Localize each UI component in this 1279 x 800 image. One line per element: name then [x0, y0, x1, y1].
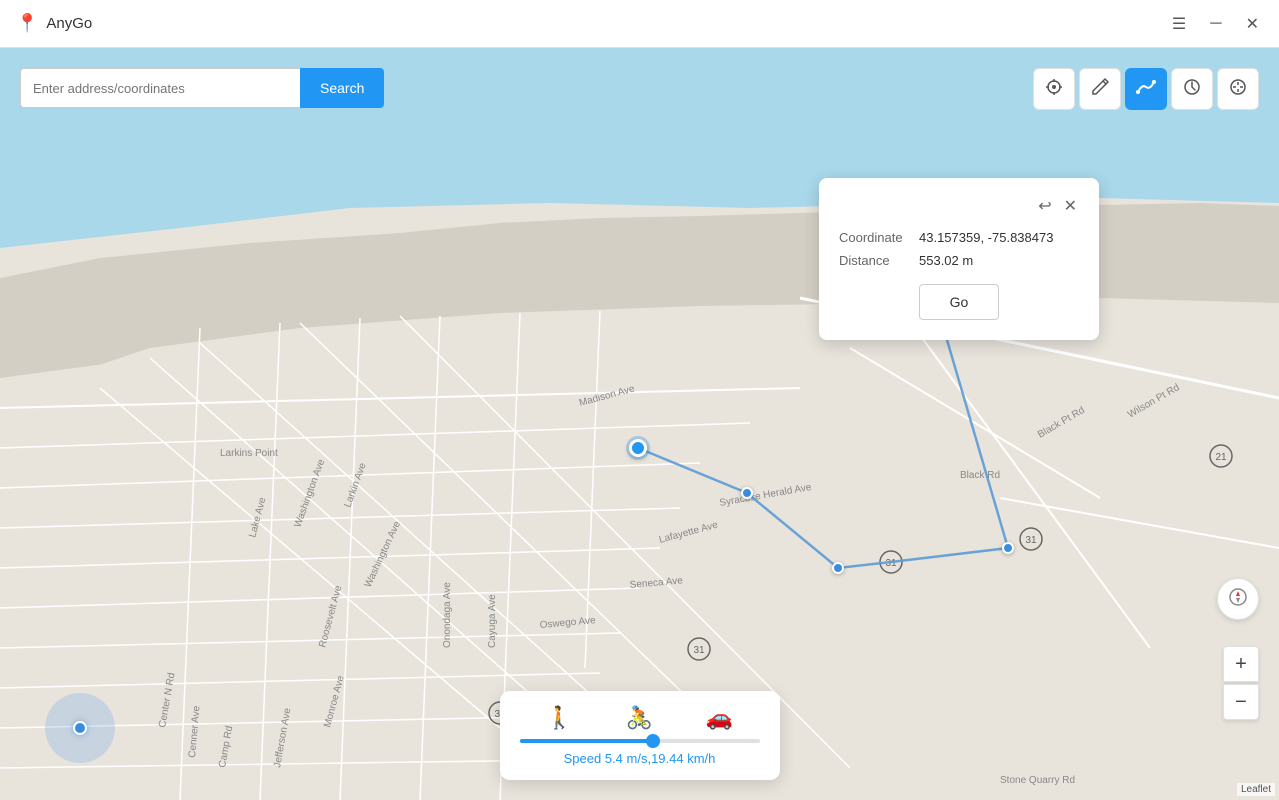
search-bar: Search: [20, 68, 384, 108]
svg-text:31: 31: [885, 558, 897, 569]
svg-text:31: 31: [1025, 535, 1037, 546]
pen-icon: [1090, 77, 1110, 102]
map-attribution: Leaflet: [1237, 783, 1275, 796]
crosshair-icon: [1044, 77, 1064, 102]
distance-label: Distance: [839, 253, 919, 268]
menu-button[interactable]: ☰: [1168, 12, 1190, 36]
route-dot-2: [741, 487, 753, 499]
coordinate-value: 43.157359, -75.838473: [919, 230, 1053, 245]
route-dot-3: [832, 562, 844, 574]
speed-slider[interactable]: [520, 739, 760, 743]
route-button[interactable]: [1125, 68, 1167, 110]
bike-icon[interactable]: 🚴: [626, 705, 653, 731]
coordinate-label: Coordinate: [839, 230, 919, 245]
svg-text:21: 21: [1215, 452, 1227, 463]
history-icon: [1182, 77, 1202, 102]
compass-icon: [1227, 586, 1249, 613]
zoom-in-button[interactable]: +: [1223, 646, 1259, 682]
svg-text:Stone Quarry Rd: Stone Quarry Rd: [1000, 775, 1075, 786]
app-icon: 📍: [16, 13, 38, 34]
speed-label: Speed: [564, 751, 602, 766]
search-input[interactable]: [20, 68, 300, 108]
zoom-controls: + −: [1223, 646, 1259, 720]
joystick-icon: [1228, 77, 1248, 102]
settings-button[interactable]: [1217, 68, 1259, 110]
svg-text:Cayuga Ave: Cayuga Ave: [487, 594, 498, 648]
speed-value-colored: 5.4 m/s,19.44 km/h: [605, 751, 716, 766]
go-button[interactable]: Go: [919, 284, 999, 320]
title-bar: 📍 AnyGo ☰ ─ ✕: [0, 0, 1279, 48]
coordinate-row: Coordinate 43.157359, -75.838473: [839, 230, 1079, 245]
speed-display: Speed 5.4 m/s,19.44 km/h: [520, 751, 760, 766]
svg-text:Onondaga Ave: Onondaga Ave: [442, 582, 453, 648]
popup-close-button[interactable]: ✕: [1062, 194, 1079, 218]
undo-button[interactable]: ↩: [1036, 194, 1053, 218]
compass-button[interactable]: [1217, 578, 1259, 620]
search-button[interactable]: Search: [300, 68, 384, 108]
svg-text:Larkins Point: Larkins Point: [220, 448, 278, 459]
speed-slider-fill: [520, 739, 652, 743]
toolbar: [1033, 68, 1259, 110]
minimize-button[interactable]: ─: [1206, 12, 1225, 36]
speed-slider-thumb: [646, 734, 660, 748]
walk-icon[interactable]: 🚶: [546, 705, 573, 731]
map-container[interactable]: Madison Ave Lafayette Ave Syracuse Heral…: [0, 48, 1279, 800]
transport-selector: 🚶 🚴 🚗: [520, 705, 760, 731]
map-background: Madison Ave Lafayette Ave Syracuse Heral…: [0, 48, 1279, 800]
crosshair-button[interactable]: [1033, 68, 1075, 110]
route-icon: [1135, 76, 1157, 103]
car-icon[interactable]: 🚗: [706, 705, 733, 731]
info-popup: ↩ ✕ Coordinate 43.157359, -75.838473 Dis…: [819, 178, 1099, 340]
svg-text:Black Rd: Black Rd: [960, 470, 1000, 481]
speed-panel: 🚶 🚴 🚗 Speed 5.4 m/s,19.44 km/h: [500, 691, 780, 780]
distance-row: Distance 553.02 m: [839, 253, 1079, 268]
zoom-out-button[interactable]: −: [1223, 684, 1259, 720]
route-dot-4: [1002, 542, 1014, 554]
close-button[interactable]: ✕: [1242, 12, 1263, 36]
distance-value: 553.02 m: [919, 253, 973, 268]
app-title: AnyGo: [46, 15, 92, 32]
svg-text:31: 31: [693, 645, 705, 656]
window-controls: ☰ ─ ✕: [1168, 12, 1263, 36]
main-route-dot: [629, 439, 647, 457]
history-button[interactable]: [1171, 68, 1213, 110]
popup-header: ↩ ✕: [839, 194, 1079, 218]
pen-button[interactable]: [1079, 68, 1121, 110]
location-indicator: [45, 693, 115, 763]
